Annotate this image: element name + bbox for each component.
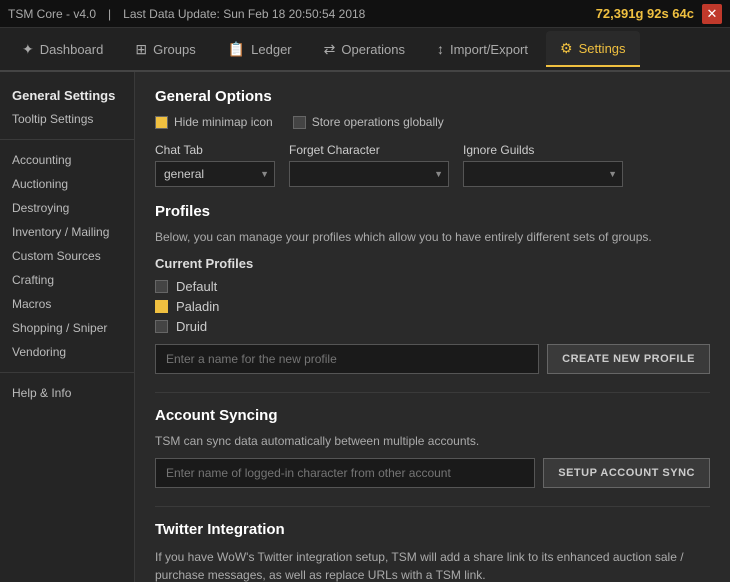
settings-icon: ⚙ xyxy=(560,40,573,57)
section-divider-1 xyxy=(155,392,710,393)
tab-import-export-label: Import/Export xyxy=(450,42,528,57)
operations-icon: ⇄ xyxy=(324,41,336,58)
main-layout: General Settings Tooltip Settings Accoun… xyxy=(0,72,730,582)
account-syncing-desc: TSM can sync data automatically between … xyxy=(155,434,710,448)
hide-minimap-checkbox[interactable] xyxy=(155,116,168,129)
chat-tab-label: Chat Tab xyxy=(155,143,275,157)
new-profile-row: CREATE NEW PROFILE xyxy=(155,344,710,374)
chat-tab-group: Chat Tab general trade default xyxy=(155,143,275,187)
setup-account-sync-button[interactable]: SETUP ACCOUNT SYNC xyxy=(543,458,710,488)
forget-character-select-wrapper xyxy=(289,161,449,187)
sidebar-item-vendoring[interactable]: Vendoring xyxy=(0,340,134,364)
title-bar-right: 72,391g 92s 64c ✕ xyxy=(596,4,722,24)
store-operations-text: Store operations globally xyxy=(312,115,444,129)
ignore-guilds-label: Ignore Guilds xyxy=(463,143,623,157)
ignore-guilds-select[interactable] xyxy=(463,161,623,187)
sidebar-item-tooltip[interactable]: Tooltip Settings xyxy=(0,107,134,131)
tab-operations[interactable]: ⇄ Operations xyxy=(310,31,419,67)
twitter-title: Twitter Integration xyxy=(155,521,710,538)
sidebar-item-help[interactable]: Help & Info xyxy=(0,381,134,405)
separator: | xyxy=(108,7,111,21)
ignore-guilds-select-wrapper xyxy=(463,161,623,187)
content-area: General Options Hide minimap icon Store … xyxy=(135,72,730,582)
profiles-description: Below, you can manage your profiles whic… xyxy=(155,230,710,244)
current-profiles-title: Current Profiles xyxy=(155,256,710,271)
tab-settings-label: Settings xyxy=(579,41,626,56)
close-button[interactable]: ✕ xyxy=(702,4,722,24)
groups-icon: ⊞ xyxy=(135,41,147,58)
ignore-guilds-group: Ignore Guilds xyxy=(463,143,623,187)
profile-paladin-checkbox[interactable] xyxy=(155,300,168,313)
import-export-icon: ↕ xyxy=(437,41,444,57)
title-bar-left: TSM Core - v4.0 | Last Data Update: Sun … xyxy=(8,7,365,21)
content-title: General Options xyxy=(155,88,710,105)
tab-dashboard-label: Dashboard xyxy=(40,42,104,57)
tab-settings[interactable]: ⚙ Settings xyxy=(546,31,640,67)
create-profile-button[interactable]: CREATE NEW PROFILE xyxy=(547,344,710,374)
tab-ledger-label: Ledger xyxy=(251,42,291,57)
tab-groups-label: Groups xyxy=(153,42,196,57)
sidebar-item-auctioning[interactable]: Auctioning xyxy=(0,172,134,196)
store-operations-label[interactable]: Store operations globally xyxy=(293,115,444,129)
sidebar-item-custom-sources[interactable]: Custom Sources xyxy=(0,244,134,268)
tab-dashboard[interactable]: ✦ Dashboard xyxy=(8,31,117,67)
sidebar-item-destroying[interactable]: Destroying xyxy=(0,196,134,220)
profile-druid: Druid xyxy=(155,319,710,334)
dashboard-icon: ✦ xyxy=(22,41,34,58)
sidebar-item-macros[interactable]: Macros xyxy=(0,292,134,316)
tab-import-export[interactable]: ↕ Import/Export xyxy=(423,31,542,67)
account-sync-input[interactable] xyxy=(155,458,535,488)
title-bar: TSM Core - v4.0 | Last Data Update: Sun … xyxy=(0,0,730,28)
ledger-icon: 📋 xyxy=(228,41,245,58)
profile-paladin-label: Paladin xyxy=(176,299,219,314)
chat-tab-select[interactable]: general trade default xyxy=(155,161,275,187)
forget-character-label: Forget Character xyxy=(289,143,449,157)
nav-tabs: ✦ Dashboard ⊞ Groups 📋 Ledger ⇄ Operatio… xyxy=(0,28,730,72)
sidebar-item-crafting[interactable]: Crafting xyxy=(0,268,134,292)
sidebar-item-shopping-sniper[interactable]: Shopping / Sniper xyxy=(0,316,134,340)
last-update: Last Data Update: Sun Feb 18 20:50:54 20… xyxy=(123,7,365,21)
tab-groups[interactable]: ⊞ Groups xyxy=(121,31,209,67)
twitter-desc: If you have WoW's Twitter integration se… xyxy=(155,548,710,582)
tab-operations-label: Operations xyxy=(341,42,405,57)
account-sync-row: SETUP ACCOUNT SYNC xyxy=(155,458,710,488)
tab-ledger[interactable]: 📋 Ledger xyxy=(214,31,306,67)
forget-character-group: Forget Character xyxy=(289,143,449,187)
profile-paladin: Paladin xyxy=(155,299,710,314)
chat-tab-select-wrapper: general trade default xyxy=(155,161,275,187)
profile-default-checkbox[interactable] xyxy=(155,280,168,293)
section-divider-2 xyxy=(155,506,710,507)
sidebar-item-inventory-mailing[interactable]: Inventory / Mailing xyxy=(0,220,134,244)
sidebar-divider-2 xyxy=(0,372,134,373)
hide-minimap-label[interactable]: Hide minimap icon xyxy=(155,115,273,129)
store-operations-checkbox[interactable] xyxy=(293,116,306,129)
forget-character-select[interactable] xyxy=(289,161,449,187)
new-profile-input[interactable] xyxy=(155,344,539,374)
hide-minimap-text: Hide minimap icon xyxy=(174,115,273,129)
profile-default: Default xyxy=(155,279,710,294)
sidebar: General Settings Tooltip Settings Accoun… xyxy=(0,72,135,582)
profile-druid-label: Druid xyxy=(176,319,207,334)
profiles-title: Profiles xyxy=(155,203,710,220)
dropdowns-row: Chat Tab general trade default Forget Ch… xyxy=(155,143,710,187)
sidebar-item-accounting[interactable]: Accounting xyxy=(0,148,134,172)
profile-default-label: Default xyxy=(176,279,217,294)
app-name: TSM Core - v4.0 xyxy=(8,7,96,21)
profile-druid-checkbox[interactable] xyxy=(155,320,168,333)
account-syncing-title: Account Syncing xyxy=(155,407,710,424)
sidebar-section-title: General Settings xyxy=(0,82,134,107)
options-row: Hide minimap icon Store operations globa… xyxy=(155,115,710,129)
sidebar-divider-1 xyxy=(0,139,134,140)
gold-display: 72,391g 92s 64c xyxy=(596,6,694,21)
